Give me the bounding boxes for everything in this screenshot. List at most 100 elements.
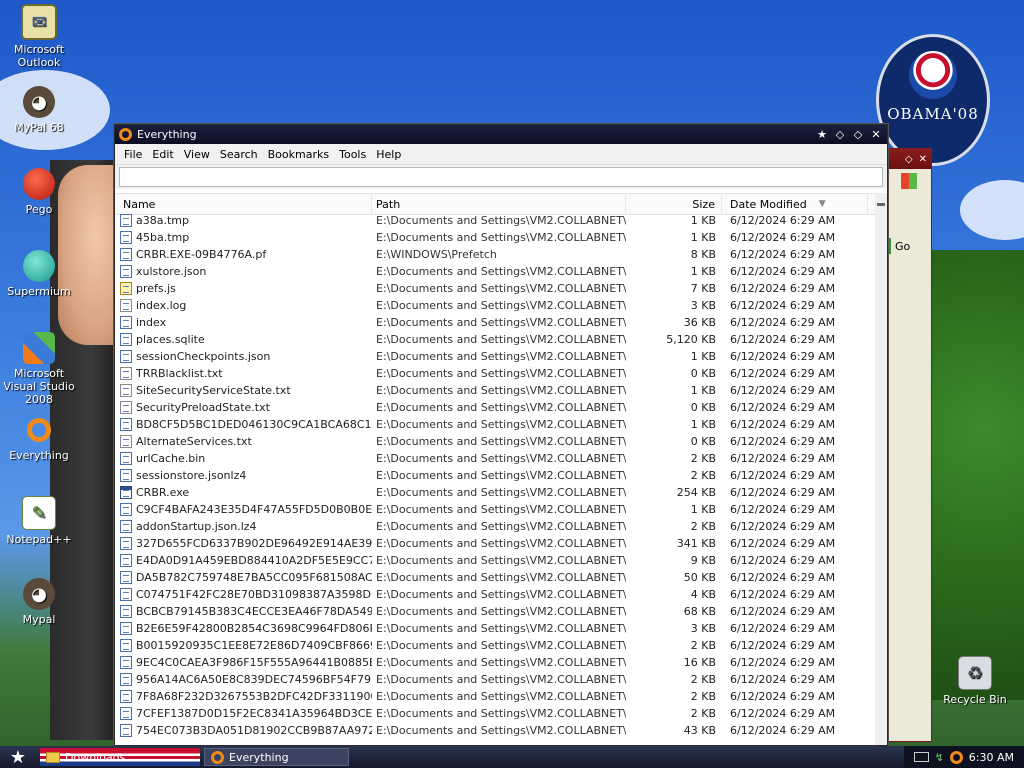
- table-row[interactable]: AlternateServices.txt E:\Documents and Se…: [115, 433, 873, 450]
- table-row[interactable]: sessionCheckpoints.json E:\Documents and …: [115, 348, 873, 365]
- search-input[interactable]: [119, 167, 883, 187]
- background-window[interactable]: ◇ ✕ Go: [884, 148, 932, 742]
- clock[interactable]: 6:30 AM: [969, 751, 1014, 764]
- table-row[interactable]: E4DA0D91A459EBD884410A2DF5E5E9CC7AB... E:…: [115, 552, 873, 569]
- table-row[interactable]: 7F8A68F232D3267553B2DFC42DF33119000... E:…: [115, 688, 873, 705]
- cell-path: E:\Documents and Settings\VM2.COLLABNET\…: [376, 656, 626, 669]
- table-row[interactable]: DA5B782C759748E7BA5CC095F681508AC99... E:…: [115, 569, 873, 586]
- table-row[interactable]: 7CFEF1387D0D15F2EC8341A35964BD3CE59... E:…: [115, 705, 873, 722]
- table-row[interactable]: CRBR.exe E:\Documents and Settings\VM2.CO…: [115, 484, 873, 501]
- menu-edit[interactable]: Edit: [147, 148, 178, 161]
- menu-bookmarks[interactable]: Bookmarks: [263, 148, 334, 161]
- cell-name: C074751F42FC28E70BD31098387A3598D65...: [115, 588, 372, 601]
- table-row[interactable]: urlCache.bin E:\Documents and Settings\VM…: [115, 450, 873, 467]
- cell-date: 6/12/2024 6:29 AM: [730, 486, 836, 499]
- table-row[interactable]: 956A14AC6A50E8C839DEC74596BF54F79FF... E:…: [115, 671, 873, 688]
- everything-tray-icon[interactable]: [949, 750, 963, 764]
- cell-path: E:\Documents and Settings\VM2.COLLABNET\…: [376, 435, 626, 448]
- file-icon: [120, 469, 132, 482]
- network-icon[interactable]: ↯: [935, 751, 944, 764]
- keyboard-icon[interactable]: [913, 752, 929, 762]
- taskbar-item-downloads[interactable]: Downloads: [40, 748, 200, 766]
- desktop-icon-mypal[interactable]: ◕ Mypal: [0, 578, 78, 626]
- file-name: a38a.tmp: [136, 214, 189, 227]
- cell-date: 6/12/2024 6:29 AM: [730, 673, 836, 686]
- start-button[interactable]: ★: [0, 746, 36, 768]
- table-row[interactable]: CRBR.EXE-09B4776A.pf E:\WINDOWS\Prefetch 8…: [115, 246, 873, 263]
- cell-name: places.sqlite: [115, 333, 372, 346]
- desktop-icon-mypal68[interactable]: ◕ MyPal 68: [0, 86, 78, 134]
- table-row[interactable]: index E:\Documents and Settings\VM2.COLLA…: [115, 314, 873, 331]
- everything-window[interactable]: Everything ★ ◇ ◇ ✕ File Edit View Search…: [114, 124, 888, 746]
- desktop-icon-label: Recycle Bin: [943, 693, 1007, 706]
- restore-icon[interactable]: ◇: [905, 154, 913, 165]
- menu-search[interactable]: Search: [215, 148, 263, 161]
- table-row[interactable]: a38a.tmp E:\Documents and Settings\VM2.CO…: [115, 212, 873, 229]
- cell-path: E:\Documents and Settings\VM2.COLLABNET\…: [376, 724, 626, 737]
- table-row[interactable]: B2E6E59F42800B2854C3698C9964FD806F4C... E…: [115, 620, 873, 637]
- cell-date: 6/12/2024 6:29 AM: [730, 418, 836, 431]
- table-row[interactable]: C9CF4BAFA243E35D4F47A55FD5D0B0B0E28... E:…: [115, 501, 873, 518]
- desktop-icon-visual-studio[interactable]: Microsoft Visual Studio 2008: [0, 332, 78, 406]
- cell-date: 6/12/2024 6:29 AM: [730, 520, 836, 533]
- maximize-icon[interactable]: ◇: [851, 128, 865, 142]
- cell-name: CRBR.exe: [115, 486, 372, 499]
- table-row[interactable]: sessionstore.jsonlz4 E:\Documents and Set…: [115, 467, 873, 484]
- desktop-icon-everything[interactable]: Everything: [0, 414, 78, 462]
- column-size[interactable]: Size: [626, 194, 722, 214]
- vertical-scrollbar[interactable]: [875, 193, 887, 745]
- window-titlebar[interactable]: Everything ★ ◇ ◇ ✕: [115, 125, 887, 144]
- table-row[interactable]: index.log E:\Documents and Settings\VM2.C…: [115, 297, 873, 314]
- background-window-titlebar[interactable]: ◇ ✕: [885, 149, 931, 169]
- go-button[interactable]: Go: [887, 237, 927, 255]
- close-icon[interactable]: ✕: [869, 128, 883, 142]
- menu-help[interactable]: Help: [371, 148, 406, 161]
- desktop-icon-outlook[interactable]: ✉ Microsoft Outlook: [0, 4, 78, 69]
- table-row[interactable]: xulstore.json E:\Documents and Settings\V…: [115, 263, 873, 280]
- table-row[interactable]: 754EC073B3DA051D81902CCB9B87AA972A7... E:…: [115, 722, 873, 739]
- cell-size: 254 KB: [676, 486, 716, 499]
- table-row[interactable]: SecurityPreloadState.txt E:\Documents and…: [115, 399, 873, 416]
- taskbar-item-everything[interactable]: Everything: [204, 748, 349, 766]
- desktop-icon-supermium[interactable]: Supermium: [0, 250, 78, 298]
- table-row[interactable]: BD8CF5D5BC1DED046130C9CA1BCA68C154... E:\…: [115, 416, 873, 433]
- cell-date: 6/12/2024 6:29 AM: [730, 316, 836, 329]
- cell-date: 6/12/2024 6:29 AM: [730, 282, 836, 295]
- column-name[interactable]: Name: [115, 194, 372, 214]
- menu-view[interactable]: View: [179, 148, 215, 161]
- cell-size: 36 KB: [683, 316, 716, 329]
- menu-tools[interactable]: Tools: [334, 148, 371, 161]
- cell-path: E:\Documents and Settings\VM2.COLLABNET\…: [376, 707, 626, 720]
- minimize-icon[interactable]: ◇: [833, 128, 847, 142]
- table-row[interactable]: 45ba.tmp E:\Documents and Settings\VM2.CO…: [115, 229, 873, 246]
- cell-path: E:\Documents and Settings\VM2.COLLABNET\…: [376, 265, 626, 278]
- cell-date: 6/12/2024 6:29 AM: [730, 639, 836, 652]
- cell-path: E:\Documents and Settings\VM2.COLLABNET\…: [376, 384, 626, 397]
- column-path[interactable]: Path: [372, 194, 626, 214]
- cell-path: E:\Documents and Settings\VM2.COLLABNET\…: [376, 350, 626, 363]
- desktop-icon-pego[interactable]: Pego: [0, 168, 78, 216]
- cell-name: sessionstore.jsonlz4: [115, 469, 372, 482]
- scrollbar-thumb[interactable]: [877, 203, 885, 206]
- table-row[interactable]: SiteSecurityServiceState.txt E:\Documents…: [115, 382, 873, 399]
- table-row[interactable]: 327D655FCD6337B902DE96492E914AE39D4... E:…: [115, 535, 873, 552]
- file-name: sessionCheckpoints.json: [136, 350, 271, 363]
- table-row[interactable]: C074751F42FC28E70BD31098387A3598D65... E:…: [115, 586, 873, 603]
- cell-path: E:\WINDOWS\Prefetch: [376, 248, 497, 261]
- table-row[interactable]: BCBCB79145B383C4ECCE3EA46F78DA54979... E:…: [115, 603, 873, 620]
- pin-icon[interactable]: ★: [815, 128, 829, 142]
- table-row[interactable]: TRRBlacklist.txt E:\Documents and Setting…: [115, 365, 873, 382]
- cell-path: E:\Documents and Settings\VM2.COLLABNET\…: [376, 231, 626, 244]
- table-row[interactable]: prefs.js E:\Documents and Settings\VM2.CO…: [115, 280, 873, 297]
- menu-file[interactable]: File: [119, 148, 147, 161]
- column-date-modified[interactable]: Date Modified ▼: [722, 194, 868, 214]
- close-icon[interactable]: ✕: [919, 154, 927, 165]
- table-row[interactable]: addonStartup.json.lz4 E:\Documents and Se…: [115, 518, 873, 535]
- file-icon: [120, 265, 132, 278]
- desktop-icon-notepadpp[interactable]: ✎ Notepad++: [0, 496, 78, 546]
- table-row[interactable]: B0015920935C1EE8E72E86D7409CBF86694E... E…: [115, 637, 873, 654]
- table-row[interactable]: 9EC4C0CAEA3F986F15F555A96441B0885E9... E:…: [115, 654, 873, 671]
- table-row[interactable]: places.sqlite E:\Documents and Settings\V…: [115, 331, 873, 348]
- cell-name: addonStartup.json.lz4: [115, 520, 372, 533]
- desktop-icon-recycle-bin[interactable]: ♻ Recycle Bin: [936, 656, 1014, 706]
